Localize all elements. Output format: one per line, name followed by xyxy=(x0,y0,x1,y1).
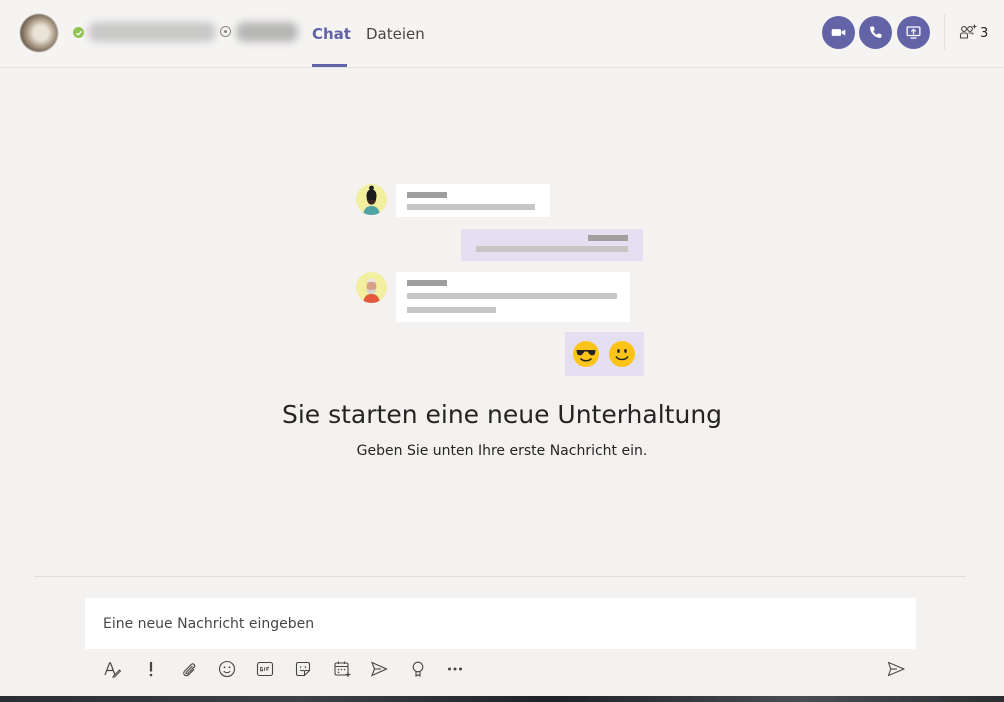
empty-state-subtitle: Geben Sie unten Ihre erste Nachricht ein… xyxy=(356,443,648,459)
send-icon xyxy=(887,661,905,677)
status-icon xyxy=(220,26,231,37)
add-people-icon xyxy=(959,24,977,39)
more-options-button[interactable] xyxy=(443,657,467,681)
share-screen-button[interactable] xyxy=(897,16,930,49)
desktop-background-strip xyxy=(0,696,1004,702)
emoji-button[interactable] xyxy=(215,657,239,681)
gif-icon xyxy=(256,661,274,677)
participants-count: 3 xyxy=(980,25,989,41)
stream-button[interactable] xyxy=(367,657,391,681)
illustration-bubble-own xyxy=(461,229,643,261)
illustration-bubble xyxy=(396,184,550,217)
smile-emoji-icon xyxy=(609,341,635,367)
participants-button[interactable]: 3 xyxy=(958,22,988,44)
illustration-bubble xyxy=(396,272,630,322)
format-button[interactable] xyxy=(100,657,124,681)
audio-call-button[interactable] xyxy=(859,16,892,49)
compose-divider xyxy=(34,576,966,577)
stream-icon xyxy=(371,661,388,677)
message-input[interactable] xyxy=(85,598,916,649)
tab-chat[interactable]: Chat xyxy=(312,24,351,44)
contact-status-blurred xyxy=(236,22,298,42)
contact-avatar[interactable] xyxy=(20,14,58,52)
header-divider xyxy=(944,14,945,50)
illustration-avatar-woman xyxy=(356,184,387,215)
active-tab-indicator xyxy=(312,64,347,67)
meeting-icon xyxy=(334,661,351,677)
audio-call-icon xyxy=(870,26,882,38)
important-icon xyxy=(149,662,153,677)
presence-available-icon xyxy=(73,27,84,38)
praise-button[interactable] xyxy=(406,657,430,681)
video-call-icon xyxy=(831,29,846,36)
more-icon xyxy=(448,667,462,671)
tab-files[interactable]: Dateien xyxy=(366,24,425,44)
send-button[interactable] xyxy=(884,657,908,681)
emoji-icon xyxy=(218,660,236,678)
share-screen-icon xyxy=(906,26,921,39)
sticker-button[interactable] xyxy=(291,657,315,681)
attach-icon xyxy=(183,663,196,677)
attach-button[interactable] xyxy=(177,657,201,681)
illustration-bubble-emoji xyxy=(565,332,644,376)
praise-icon xyxy=(412,661,424,677)
important-button[interactable] xyxy=(139,657,163,681)
sunglasses-emoji-icon xyxy=(573,341,599,367)
video-call-button[interactable] xyxy=(822,16,855,49)
schedule-meeting-button[interactable] xyxy=(330,657,354,681)
sticker-icon xyxy=(295,661,311,677)
gif-button[interactable] xyxy=(253,657,277,681)
format-icon xyxy=(104,662,122,678)
illustration-avatar-man xyxy=(356,272,387,303)
chat-header: Chat Dateien 3 xyxy=(0,0,1004,68)
empty-state-title: Sie starten eine neue Unterhaltung xyxy=(281,400,723,429)
contact-name-blurred[interactable] xyxy=(88,22,216,42)
